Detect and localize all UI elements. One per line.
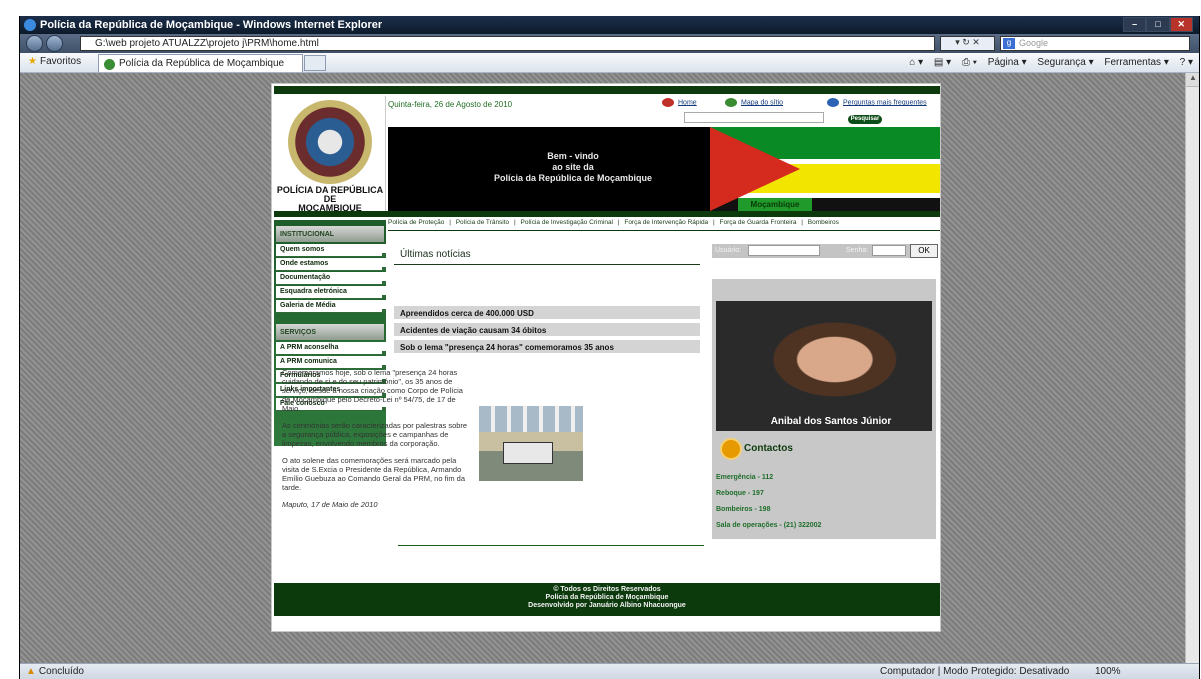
password-label: Senha: bbox=[846, 247, 869, 254]
sidebar-item-galeria[interactable]: Galeria de Média bbox=[276, 300, 386, 313]
ie-icon bbox=[24, 19, 36, 31]
home-icon bbox=[662, 98, 674, 107]
url-field[interactable]: G:\web projeto ATUALZZ\projeto j\PRM\hom… bbox=[80, 36, 935, 51]
command-bar: ⌂ ▾ ▤ ▾ ⎙ ▾ Página ▾ Segurança ▾ Ferrame… bbox=[901, 57, 1193, 68]
footer: © Todos os Direitos Reservados Polícia d… bbox=[274, 583, 940, 616]
title-bar: Polícia da República de Moçambique - Win… bbox=[20, 16, 1199, 34]
cmd-security[interactable]: Segurança ▾ bbox=[1037, 57, 1093, 68]
new-tab-button[interactable] bbox=[304, 55, 326, 71]
close-button[interactable]: ✕ bbox=[1169, 17, 1193, 32]
sidebar-item-aconselha[interactable]: A PRM aconselha bbox=[276, 342, 386, 355]
article-paragraph: O ato solene das comemorações será marca… bbox=[282, 456, 466, 492]
sidebar-item-onde-estamos[interactable]: Onde estamos bbox=[276, 258, 386, 271]
favorites-button[interactable]: ★ Favoritos bbox=[28, 56, 81, 67]
nav-investigacao[interactable]: Polícia de Investigação Criminal bbox=[521, 219, 614, 226]
police-badge-icon bbox=[288, 100, 372, 184]
featured-portrait: Anibal dos Santos Júnior bbox=[716, 301, 932, 431]
print-icon[interactable]: ⎙ ▾ bbox=[962, 57, 977, 68]
contact-bombeiros: Bombeiros - 198 bbox=[716, 506, 771, 513]
news-item[interactable]: Sob o lema "presença 24 horas" comemoram… bbox=[394, 339, 700, 353]
window-controls: – □ ✕ bbox=[1123, 17, 1193, 32]
welcome-text: Bem - vindo ao site da Polícia da Repúbl… bbox=[493, 151, 653, 183]
user-input[interactable] bbox=[748, 245, 820, 256]
right-panel: Anibal dos Santos Júnior Contactos Emerg… bbox=[712, 279, 936, 539]
mozambique-flag: Moçambique bbox=[710, 127, 940, 211]
news-item[interactable]: Acidentes de viação causam 34 óbitos bbox=[394, 322, 700, 336]
window-title: Polícia da República de Moçambique - Win… bbox=[40, 19, 383, 31]
scroll-up-icon[interactable]: ▲ bbox=[1186, 73, 1199, 87]
article-paragraph: As cerimónias serão caracterizadas por p… bbox=[282, 421, 468, 448]
back-icon[interactable] bbox=[26, 35, 43, 52]
status-bar: ▲ Concluído Computador | Modo Protegido: … bbox=[20, 663, 1199, 679]
star-icon: ★ bbox=[28, 56, 37, 67]
contact-sala-operacoes: Sala de operações - (21) 322002 bbox=[716, 522, 822, 529]
institucional-header: INSTITUCIONAL bbox=[276, 226, 384, 242]
site-search-input[interactable] bbox=[684, 112, 824, 123]
address-bar: G:\web projeto ATUALZZ\projeto j\PRM\hom… bbox=[20, 34, 1199, 53]
news-title-underline bbox=[394, 264, 700, 265]
top-navigation: Polícia de Proteção | Polícia de Trânsit… bbox=[388, 219, 940, 231]
password-input[interactable] bbox=[872, 245, 906, 256]
refresh-stop-controls[interactable]: ▾ ↻ ✕ bbox=[940, 36, 995, 51]
feeds-icon[interactable]: ▤ ▾ bbox=[934, 57, 951, 68]
sidebar-item-documentacao[interactable]: Documentação bbox=[276, 272, 386, 285]
nav-bombeiros[interactable]: Bombeiros bbox=[808, 219, 839, 226]
home-link[interactable]: Home bbox=[662, 98, 697, 107]
sitemap-icon bbox=[725, 98, 737, 107]
warning-icon: ▲ bbox=[26, 666, 36, 677]
faq-icon bbox=[827, 98, 839, 107]
cmd-page[interactable]: Página ▾ bbox=[988, 57, 1027, 68]
status-text: ▲ Concluído bbox=[26, 666, 84, 677]
nav-protecao[interactable]: Polícia de Proteção bbox=[388, 219, 444, 226]
sitemap-link[interactable]: Mapa do sítio bbox=[725, 98, 783, 107]
web-page: POLÍCIA DA REPÚBLICA DE MOÇAMBIQUE Quint… bbox=[271, 83, 941, 632]
article-divider bbox=[398, 545, 704, 546]
sidebar-item-quem-somos[interactable]: Quem somos bbox=[276, 244, 386, 257]
forward-icon[interactable] bbox=[46, 35, 63, 52]
news-title: Últimas notícias bbox=[400, 249, 471, 260]
help-icon[interactable]: ? ▾ bbox=[1180, 57, 1193, 68]
zoom-level[interactable]: 100% bbox=[1095, 666, 1121, 677]
faq-link[interactable]: Perguntas mais frequentes bbox=[827, 98, 927, 107]
logo[interactable]: POLÍCIA DA REPÚBLICA DE MOÇAMBIQUE bbox=[274, 96, 386, 214]
favorites-bar: ★ Favoritos Polícia da República de Moçam… bbox=[20, 53, 1199, 73]
site-icon bbox=[104, 59, 115, 70]
browser-tab[interactable]: Polícia da República de Moçambique bbox=[98, 54, 303, 72]
cmd-tools[interactable]: Ferramentas ▾ bbox=[1104, 57, 1168, 68]
nav-intervencao[interactable]: Força de Intervenção Rápida bbox=[624, 219, 708, 226]
maximize-button[interactable]: □ bbox=[1146, 17, 1170, 32]
user-label: Usuário: bbox=[715, 247, 742, 254]
flag-label: Moçambique bbox=[738, 198, 812, 211]
contacts-title: Contactos bbox=[744, 443, 793, 454]
login-bar: Usuário: Senha: bbox=[712, 244, 938, 258]
nav-transito[interactable]: Polícia de Trânsito bbox=[456, 219, 509, 226]
servicos-header: SERVIÇOS bbox=[276, 324, 384, 340]
search-input[interactable]: g Google bbox=[1000, 36, 1190, 51]
welcome-banner: Bem - vindo ao site da Polícia da Repúbl… bbox=[388, 127, 940, 211]
google-icon: g bbox=[1003, 38, 1015, 49]
news-article: Comemoramos hoje, sob o lema "presença 2… bbox=[282, 368, 470, 517]
security-zone[interactable]: Computador | Modo Protegido: Desativado bbox=[880, 666, 1069, 677]
home-icon[interactable]: ⌂ ▾ bbox=[909, 57, 923, 68]
article-paragraph: Comemoramos hoje, sob o lema "presença 2… bbox=[282, 368, 463, 413]
page-viewport: ▲ POLÍCIA DA REPÚBLICA DE MOÇAMBIQUE Qui… bbox=[20, 73, 1199, 663]
article-photo bbox=[479, 406, 583, 481]
login-ok-button[interactable]: OK bbox=[910, 244, 938, 258]
browser-window: Polícia da República de Moçambique - Win… bbox=[19, 16, 1200, 679]
article-signature: Maputo, 17 de Maio de 2010 bbox=[282, 500, 378, 509]
contact-emergencia: Emergência - 112 bbox=[716, 474, 774, 481]
nav-divider bbox=[274, 211, 940, 217]
sidebar-item-esquadra[interactable]: Esquadra eletrónica bbox=[276, 286, 386, 299]
scrollbar[interactable]: ▲ bbox=[1185, 73, 1199, 663]
top-strip bbox=[274, 86, 940, 94]
search-button[interactable]: Pesquisar bbox=[848, 115, 882, 124]
contact-reboque: Reboque - 197 bbox=[716, 490, 764, 497]
minimize-button[interactable]: – bbox=[1123, 17, 1147, 32]
phone-icon bbox=[720, 438, 742, 460]
news-item[interactable]: Apreendidos cerca de 400.000 USD bbox=[394, 305, 700, 319]
featured-person-name: Anibal dos Santos Júnior bbox=[770, 416, 892, 427]
current-date: Quinta-feira, 26 de Agosto de 2010 bbox=[388, 100, 513, 109]
nav-fronteira[interactable]: Força de Guarda Fronteira bbox=[720, 219, 797, 226]
logo-text: POLÍCIA DA REPÚBLICA DE MOÇAMBIQUE bbox=[276, 185, 384, 213]
